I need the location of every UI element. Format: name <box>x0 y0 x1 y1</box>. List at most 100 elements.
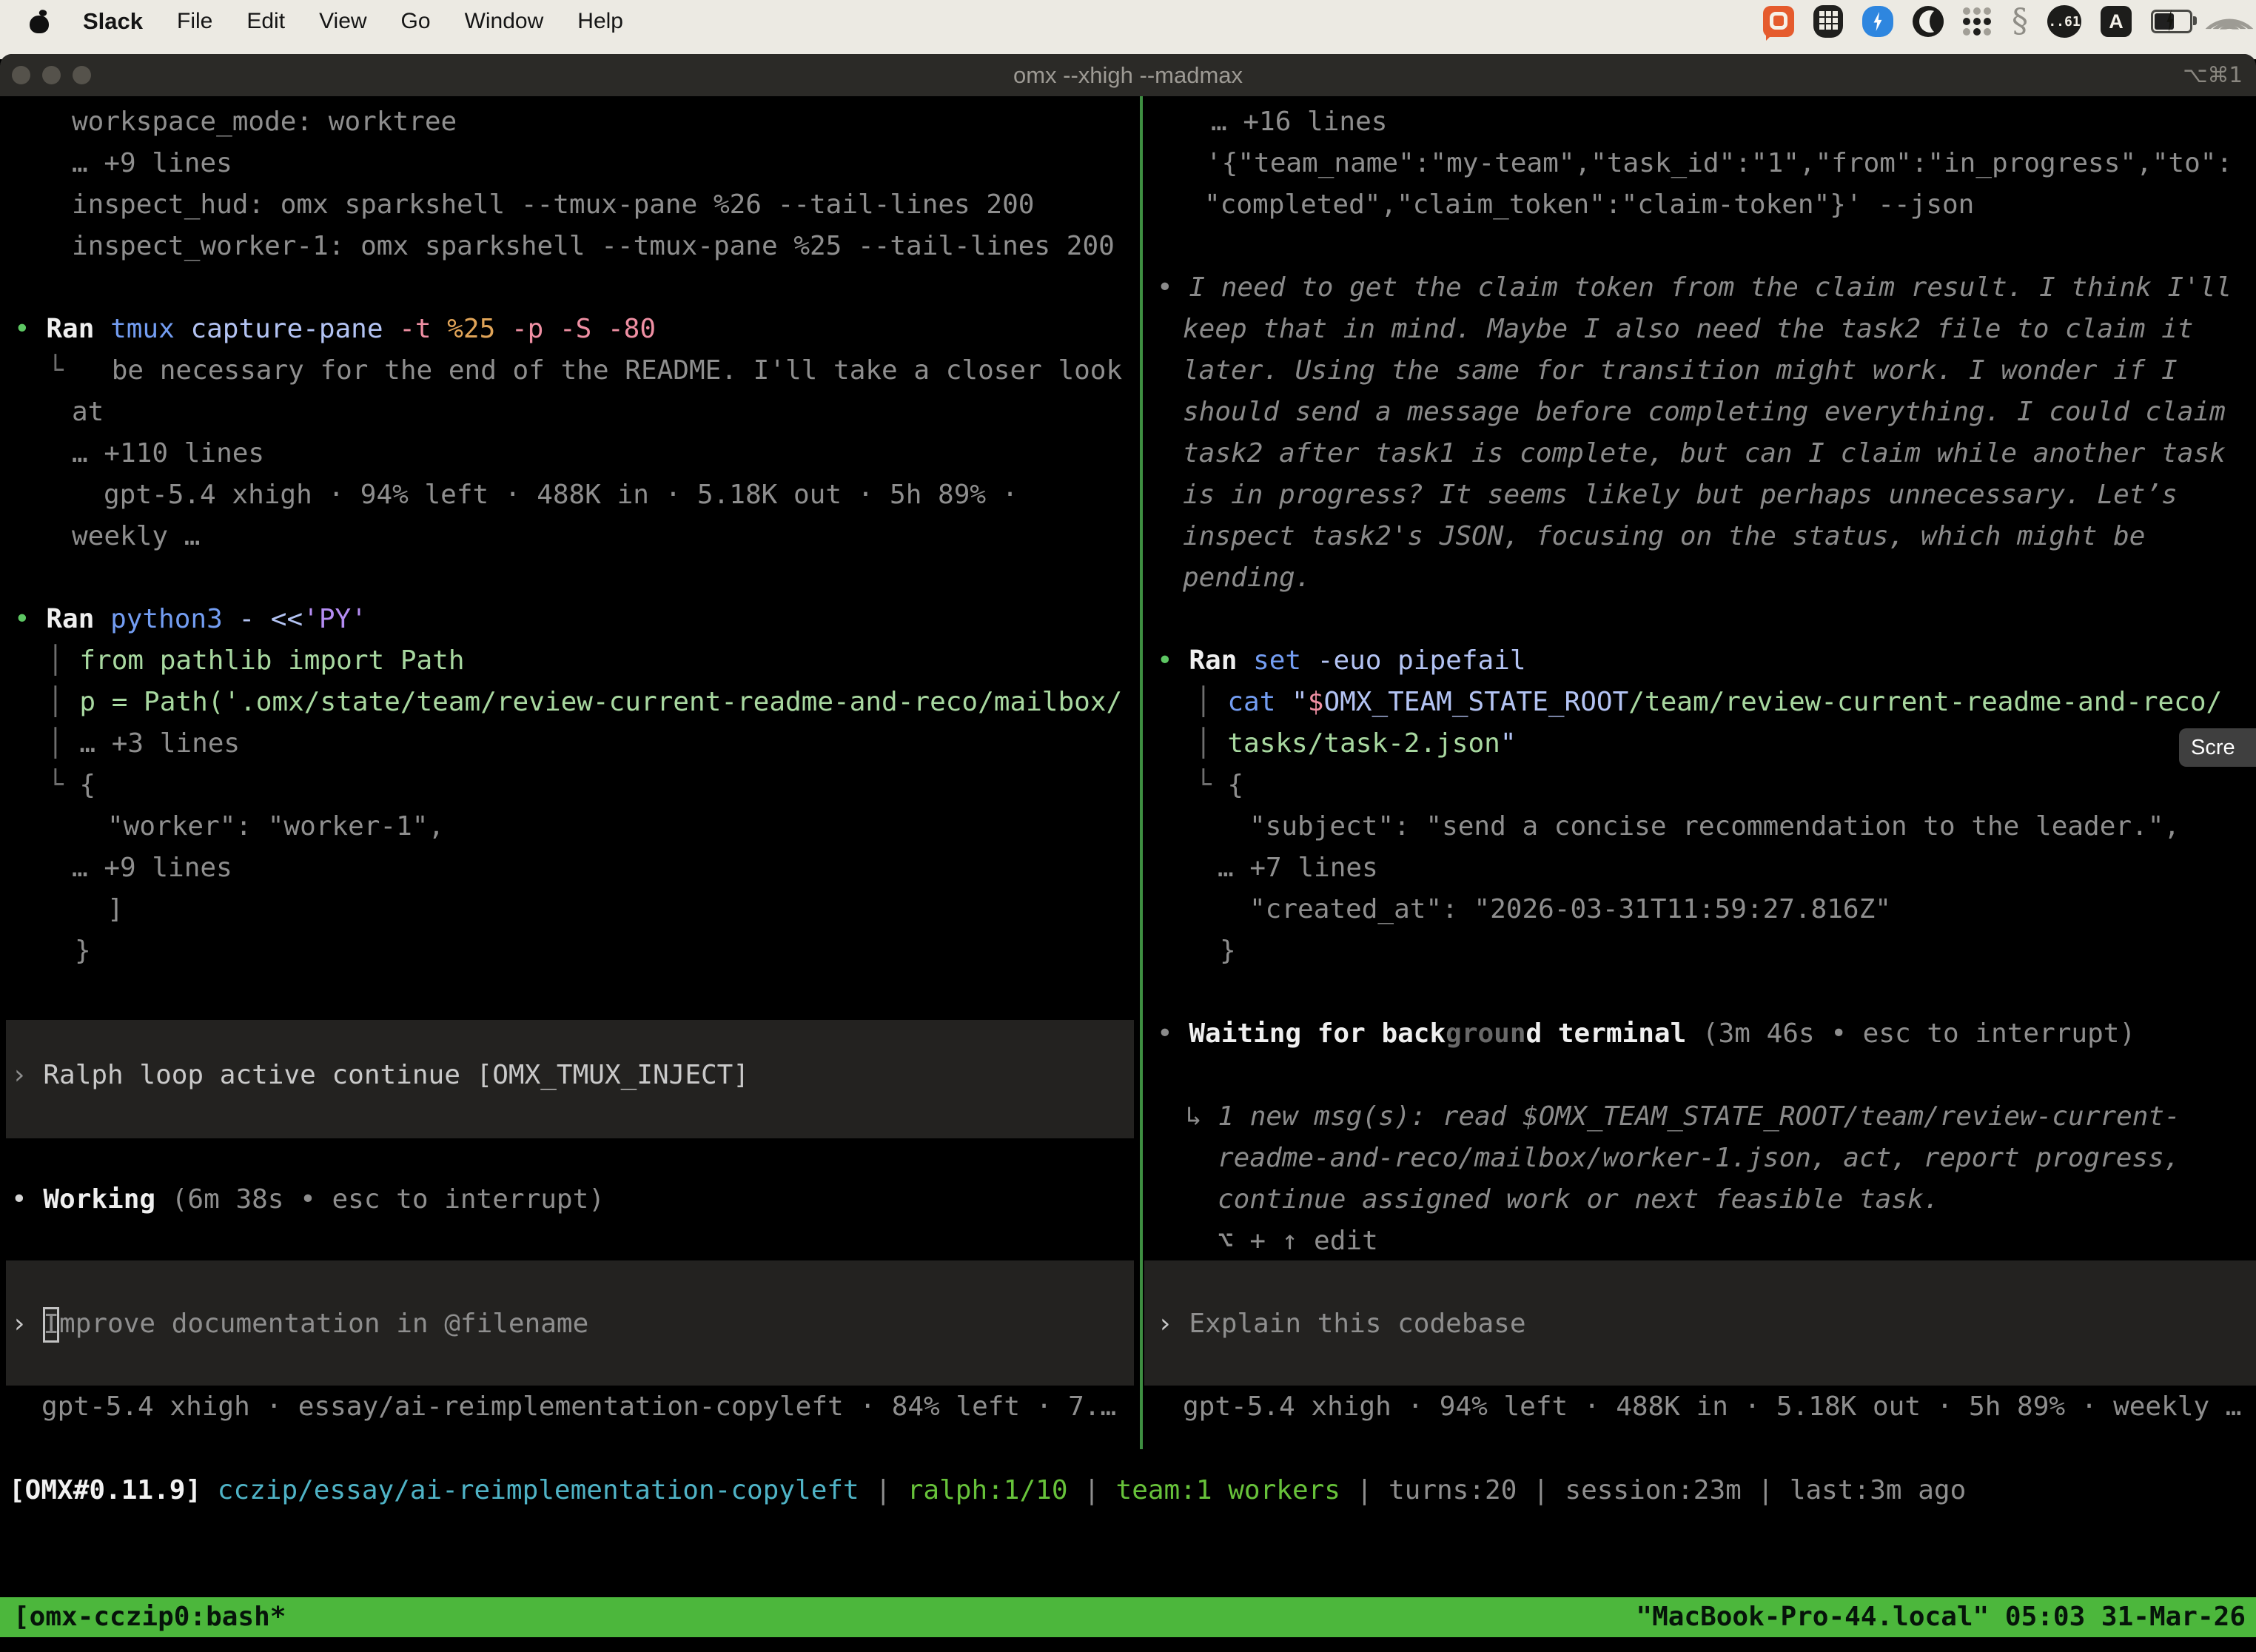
text-segment: "completed","claim_token":"claim-token"}… <box>1204 189 1974 220</box>
text-segment: … +16 lines <box>1211 107 1387 137</box>
terminal-line: [OMX#0.11.9] cczip/essay/ai-reimplementa… <box>0 1470 2256 1511</box>
text-segment: python3 <box>110 604 238 634</box>
terminal-line: │ cat "$OMX_TEAM_STATE_ROOT/team/review-… <box>1155 682 2256 723</box>
apple-menu-icon[interactable] <box>30 10 49 33</box>
terminal-line: ⌥ + ↑ edit <box>1155 1220 2256 1262</box>
text-segment: └ <box>1195 770 1227 800</box>
text-segment: | <box>1068 1475 1116 1505</box>
screen-record-icon[interactable] <box>1763 6 1794 37</box>
terminal-line: • Ran python3 - <<'PY' <box>0 599 1138 640</box>
text-segment: › <box>1157 1309 1189 1339</box>
window-title: omx --xhigh --madmax <box>0 54 2256 96</box>
terminal-line <box>0 1220 1138 1262</box>
text-segment: } <box>1220 936 1236 966</box>
title-bar[interactable]: omx --xhigh --madmax ⌥⌘1 <box>0 54 2256 96</box>
text-segment: │ <box>1195 687 1227 717</box>
text-segment: } <box>75 936 91 966</box>
terminal-line: inspect_hud: omx sparkshell --tmux-pane … <box>0 184 1138 226</box>
terminal-line: "subject": "send a concise recommendatio… <box>1155 806 2256 847</box>
terminal-line: • Ran set -euo pipefail <box>1155 640 2256 682</box>
text-segment: gpt-5.4 xhigh · 94% left · 488K in · 5.1… <box>104 480 1018 510</box>
text-segment: cczip/essay/ai-reimplementation-copyleft <box>218 1475 859 1505</box>
text-segment: ⌥ + ↑ edit <box>1218 1226 1378 1256</box>
text-segment: cat <box>1227 687 1292 717</box>
terminal-line: "completed","claim_token":"claim-token"}… <box>1155 184 2256 226</box>
text-segment: "subject": "send a concise recommendatio… <box>1249 811 2180 842</box>
text-segment: " <box>1292 687 1308 717</box>
text-segment: later. Using the same for transition mig… <box>1183 355 2178 386</box>
text-segment: p = Path('.omx/state/team/review-current… <box>79 687 1122 717</box>
text-segment: { <box>79 770 95 800</box>
text-segment: • <box>14 604 46 634</box>
text-segment: • <box>1157 272 1189 303</box>
text-segment: set <box>1253 645 1317 676</box>
terminal-line: gpt-5.4 xhigh · 94% left · 488K in · 5.1… <box>1155 1386 2256 1428</box>
a-app-icon[interactable]: A <box>2101 6 2132 37</box>
text-segment: … +7 lines <box>1218 853 1378 883</box>
text-segment: -S <box>560 314 608 344</box>
text-segment: is in progress? It seems likely but perh… <box>1183 480 2178 510</box>
terminal-line: │ from pathlib import Path <box>0 640 1138 682</box>
text-segment: -p <box>511 314 560 344</box>
text-segment: d terminal <box>1526 1018 1702 1049</box>
menu-view[interactable]: View <box>319 9 366 34</box>
left-pane[interactable]: workspace_mode: worktree… +9 linesinspec… <box>0 101 1138 1428</box>
terminal-line: … +9 lines <box>0 847 1138 889</box>
terminal-line <box>0 1262 1138 1303</box>
screen: Slack File Edit View Go Window Help § ..61 A o… <box>0 0 2256 1652</box>
tmux-session-label: [omx-cczip0:bash* <box>13 1597 286 1637</box>
screen-overlay-tooltip[interactable]: Scre <box>2179 728 2256 767</box>
text-segment: └ <box>47 355 112 386</box>
terminal-line <box>1155 972 2256 1013</box>
terminal-line <box>1155 599 2256 640</box>
menu-window[interactable]: Window <box>465 9 544 34</box>
menu-file[interactable]: File <box>177 9 212 34</box>
terminal-line <box>1155 1262 2256 1303</box>
badge-61-icon[interactable]: ..61 <box>2047 5 2081 38</box>
wifi-icon[interactable] <box>2212 8 2247 35</box>
terminal-line: › Explain this codebase <box>1155 1303 2256 1345</box>
terminal-line <box>1155 1345 2256 1386</box>
menu-slack[interactable]: Slack <box>83 8 143 35</box>
text-segment: readme-and-reco/mailbox/worker-1.json, a… <box>1218 1143 2180 1173</box>
text-segment: - << <box>238 604 303 634</box>
terminal-line: › Ralph loop active continue [OMX_TMUX_I… <box>0 1055 1138 1096</box>
terminal-line: '{"team_name":"my-team","task_id":"1","f… <box>1155 143 2256 184</box>
right-pane[interactable]: … +16 lines '{"team_name":"my-team","task… <box>1155 101 2256 1428</box>
terminal-line: gpt-5.4 xhigh · essay/ai-reimplementatio… <box>0 1386 1138 1428</box>
text-segment: • <box>14 314 46 344</box>
battery-charging-icon[interactable] <box>2151 10 2192 33</box>
text-cursor: I <box>43 1307 59 1343</box>
dots-grid-icon[interactable] <box>1963 7 1993 36</box>
shield-grid-icon[interactable] <box>1813 5 1843 38</box>
text-segment: • <box>1157 645 1189 676</box>
terminal-line: │ … +3 lines <box>0 723 1138 765</box>
terminal-line: … +9 lines <box>0 143 1138 184</box>
text-segment: … +9 lines <box>72 853 232 883</box>
terminal-line: › Improve documentation in @filename <box>0 1303 1138 1345</box>
app-menus: Slack File Edit View Go Window Help <box>30 0 623 43</box>
text-segment: capture-pane <box>190 314 399 344</box>
squiggle-icon[interactable]: § <box>2012 5 2028 38</box>
bolt-badge-icon[interactable] <box>1862 6 1893 37</box>
terminal-line: weekly … <box>0 516 1138 557</box>
text-segment: Ran <box>46 314 110 344</box>
text-segment: | <box>859 1475 907 1505</box>
terminal-line: readme-and-reco/mailbox/worker-1.json, a… <box>1155 1138 2256 1179</box>
terminal-line: pending. <box>1155 557 2256 599</box>
text-segment: gpt-5.4 xhigh · essay/ai-reimplementatio… <box>41 1391 1116 1422</box>
menu-edit[interactable]: Edit <box>246 9 285 34</box>
text-segment: -t <box>399 314 447 344</box>
crescent-app-icon[interactable] <box>1913 6 1944 37</box>
terminal-line: • I need to get the claim token from the… <box>1155 267 2256 309</box>
pane-divider[interactable] <box>1140 96 1143 1449</box>
terminal-line: keep that in mind. Maybe I also need the… <box>1155 309 2256 350</box>
terminal-line <box>0 1096 1138 1138</box>
menu-help[interactable]: Help <box>577 9 623 34</box>
terminal-line: └ { <box>0 765 1138 806</box>
terminal-line: … +16 lines <box>1155 101 2256 143</box>
text-segment: at <box>72 397 104 427</box>
text-segment: weekly … <box>72 521 200 551</box>
menu-go[interactable]: Go <box>401 9 431 34</box>
text-segment: /team/review-current-readme-and-reco/ <box>1628 687 2222 717</box>
